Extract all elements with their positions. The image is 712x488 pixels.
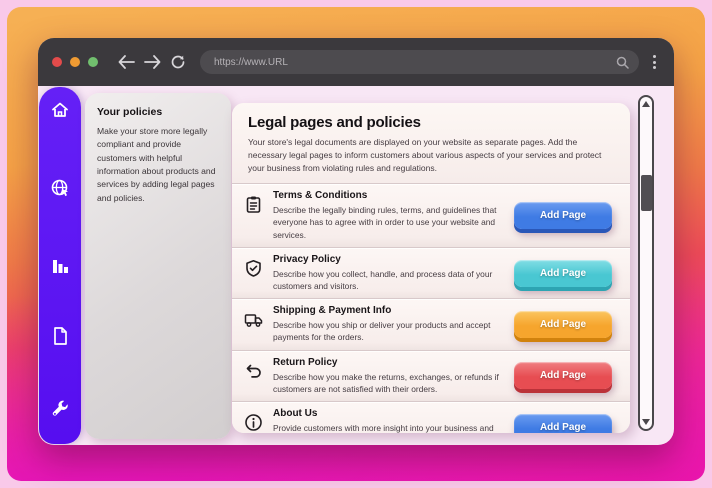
add-page-button-about[interactable]: Add Page (514, 414, 612, 433)
reload-icon (170, 54, 186, 70)
close-window-button[interactable] (52, 57, 62, 67)
info-icon (244, 413, 263, 432)
browser-chrome: https://www.URL (38, 38, 674, 86)
back-button[interactable] (114, 50, 138, 74)
browser-menu-button[interactable] (649, 51, 660, 73)
section-title: Privacy Policy (273, 254, 504, 265)
section-description: Describe the legally binding rules, term… (273, 204, 504, 241)
page-subtitle: Your store's legal documents are display… (248, 136, 614, 174)
scrollbar-thumb[interactable] (641, 175, 652, 211)
forward-arrow-icon (144, 55, 161, 69)
reload-button[interactable] (166, 50, 190, 74)
section-return-policy: Return Policy Describe how you make the … (232, 350, 630, 401)
forward-button[interactable] (140, 50, 164, 74)
section-privacy-policy: Privacy Policy Describe how you collect,… (232, 247, 630, 298)
wrench-icon (50, 400, 71, 421)
legal-pages-header: Legal pages and policies Your store's le… (232, 103, 630, 183)
section-shipping-payment: Shipping & Payment Info Describe how you… (232, 298, 630, 349)
policy-panel-description: Make your store more legally compliant a… (97, 125, 219, 205)
add-page-button-shipping[interactable]: Add Page (514, 311, 612, 338)
sidebar-item-website[interactable] (49, 177, 71, 199)
section-description: Describe how you collect, handle, and pr… (273, 268, 504, 292)
minimize-window-button[interactable] (70, 57, 80, 67)
sidebar-item-home[interactable] (49, 99, 71, 121)
section-terms-conditions: Terms & Conditions Describe the legally … (232, 183, 630, 247)
undo-arrow-icon (244, 362, 263, 381)
policy-panel-title: Your policies (97, 106, 219, 118)
page-content: Your policies Make your store more legal… (38, 86, 674, 445)
policy-info-panel: Your policies Make your store more legal… (85, 93, 231, 439)
section-title: About Us (273, 408, 504, 419)
section-title: Terms & Conditions (273, 190, 504, 201)
add-page-button-return[interactable]: Add Page (514, 362, 612, 389)
url-bar[interactable]: https://www.URL (200, 50, 639, 74)
url-text: https://www.URL (214, 57, 288, 68)
section-description: Describe how you make the returns, excha… (273, 371, 504, 395)
scroll-down-icon (642, 419, 650, 425)
add-page-button-terms[interactable]: Add Page (514, 202, 612, 229)
clipboard-icon (244, 195, 263, 214)
sidebar-item-settings[interactable] (49, 399, 71, 421)
scroll-up-button[interactable] (640, 98, 652, 110)
vertical-scrollbar[interactable] (638, 95, 654, 431)
add-page-button-privacy[interactable]: Add Page (514, 260, 612, 287)
truck-icon (244, 310, 263, 329)
section-description: Describe how you ship or deliver your pr… (273, 319, 504, 343)
document-icon (51, 326, 70, 346)
bar-chart-icon (50, 256, 70, 276)
sidebar-item-pages[interactable] (49, 325, 71, 347)
section-title: Shipping & Payment Info (273, 305, 504, 316)
section-description: Provide customers with more insight into… (273, 422, 504, 433)
browser-window: https://www.URL Yo (38, 38, 674, 445)
home-icon (50, 100, 70, 120)
scroll-up-icon (642, 101, 650, 107)
legal-pages-panel: Legal pages and policies Your store's le… (232, 103, 630, 433)
scroll-down-button[interactable] (640, 416, 652, 428)
window-controls (52, 57, 98, 67)
page-title: Legal pages and policies (248, 114, 614, 131)
maximize-window-button[interactable] (88, 57, 98, 67)
search-icon[interactable] (616, 56, 629, 69)
sidebar-item-reports[interactable] (49, 255, 71, 277)
back-arrow-icon (118, 55, 135, 69)
app-sidebar (39, 87, 81, 444)
section-title: Return Policy (273, 357, 504, 368)
globe-cursor-icon (50, 178, 71, 199)
section-about-us: About Us Provide customers with more ins… (232, 401, 630, 433)
shield-check-icon (244, 259, 263, 278)
